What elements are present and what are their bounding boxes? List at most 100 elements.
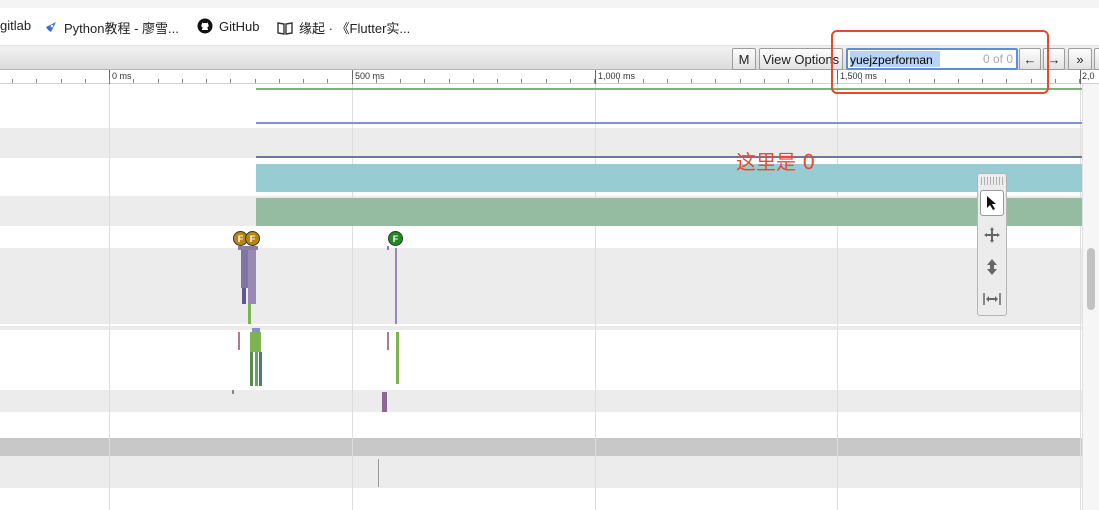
trace-slice[interactable] — [242, 288, 246, 304]
ruler-minor-tick — [85, 79, 86, 83]
bookmark-label: 缘起 · 《Flutter实... — [299, 21, 411, 36]
flow-event-marker[interactable]: F — [245, 231, 260, 246]
trace-slice[interactable] — [395, 248, 397, 324]
github-icon — [197, 18, 213, 34]
ruler-minor-tick — [546, 79, 547, 83]
trace-slice[interactable] — [259, 352, 262, 386]
ruler-label: 1,000 ms — [598, 71, 636, 81]
flow-event-marker[interactable]: F — [388, 231, 403, 246]
book-icon — [277, 20, 293, 36]
selection-tool-icon[interactable] — [980, 190, 1004, 216]
metadata-button[interactable]: M — [732, 48, 756, 70]
rocket-icon — [42, 20, 58, 36]
ruler-minor-tick — [643, 79, 644, 83]
ruler-major-tick — [595, 70, 596, 84]
trace-slice[interactable] — [387, 332, 389, 350]
track-row — [0, 390, 1082, 412]
ruler-minor-tick — [521, 79, 522, 83]
pan-tool-icon[interactable] — [980, 222, 1004, 248]
grid-line — [837, 84, 838, 510]
trace-slice[interactable] — [396, 332, 399, 384]
ruler-minor-tick — [255, 79, 256, 83]
track-separator — [0, 326, 1082, 330]
trace-slice[interactable] — [256, 198, 1082, 226]
counter-line[interactable] — [256, 156, 1082, 158]
track-row — [0, 226, 1082, 248]
track-row — [0, 248, 1082, 324]
vertical-scrollbar[interactable] — [1082, 84, 1099, 510]
trace-slice[interactable] — [238, 332, 240, 350]
bookmark-label: GitHub — [219, 18, 260, 34]
ruler-minor-tick — [352, 79, 353, 83]
grid-line — [1080, 84, 1081, 510]
trace-slice[interactable] — [238, 246, 258, 250]
drag-handle[interactable] — [981, 177, 1003, 185]
ruler-label: 500 ms — [355, 71, 385, 81]
trace-slice[interactable] — [387, 246, 389, 250]
mouse-mode-selector — [977, 173, 1007, 316]
ruler-minor-tick — [12, 79, 13, 83]
ruler-minor-tick — [182, 79, 183, 83]
ruler-minor-tick — [61, 79, 62, 83]
bookmark-label: Python教程 - 廖雪... — [64, 21, 179, 36]
trace-slice[interactable] — [248, 248, 256, 304]
trace-slice[interactable] — [378, 459, 379, 487]
trace-slice[interactable] — [252, 328, 260, 332]
ruler-minor-tick — [327, 79, 328, 83]
scrollbar-thumb[interactable] — [1087, 248, 1095, 310]
grid-line — [352, 84, 353, 510]
tab-strip-edge — [0, 0, 1099, 8]
ruler-minor-tick — [667, 79, 668, 83]
track-row — [0, 412, 1082, 438]
ruler-label: 0 ms — [112, 71, 132, 81]
ruler-minor-tick — [1055, 79, 1056, 83]
bookmark-github[interactable]: GitHub — [197, 18, 259, 34]
chrome-tracing-window: gitlab Python教程 - 廖雪... GitHub 缘起 · 《Flu… — [0, 0, 1099, 510]
ruler-minor-tick — [691, 79, 692, 83]
trace-slice[interactable] — [255, 352, 258, 386]
ruler-minor-tick — [36, 79, 37, 83]
zoom-tool-icon[interactable] — [980, 254, 1004, 280]
timing-tool-icon[interactable] — [980, 286, 1004, 312]
trace-slice[interactable] — [248, 304, 251, 324]
ruler-minor-tick — [788, 79, 789, 83]
annotation-text: 这里是 0 — [736, 150, 816, 174]
ruler-minor-tick — [812, 79, 813, 83]
bookmark-python[interactable]: Python教程 - 廖雪... — [42, 18, 179, 37]
ruler-minor-tick — [279, 79, 280, 83]
bookmark-label: gitlab — [0, 18, 32, 33]
ruler-minor-tick — [449, 79, 450, 83]
ruler-minor-tick — [109, 79, 110, 83]
extra-toolbar-button[interactable] — [1094, 48, 1099, 70]
trace-slice[interactable] — [256, 164, 1082, 192]
ruler-minor-tick — [1079, 79, 1080, 83]
ruler-minor-tick — [230, 79, 231, 83]
ruler-minor-tick — [764, 79, 765, 83]
track-row — [0, 488, 1082, 510]
track-row — [0, 332, 1082, 390]
grid-line — [109, 84, 110, 510]
ruler-minor-tick — [497, 79, 498, 83]
ruler-minor-tick — [473, 79, 474, 83]
bookmark-flutter[interactable]: 缘起 · 《Flutter实... — [277, 18, 410, 37]
bookmark-gitlab[interactable]: gitlab — [0, 18, 31, 33]
ruler-minor-tick — [570, 79, 571, 83]
ruler-minor-tick — [303, 79, 304, 83]
trace-slice[interactable] — [250, 332, 261, 352]
trace-slice[interactable] — [250, 352, 253, 386]
find-input[interactable] — [850, 52, 970, 67]
ruler-minor-tick — [400, 79, 401, 83]
expand-panel-button[interactable]: » — [1068, 48, 1092, 70]
ruler-minor-tick — [376, 79, 377, 83]
trace-slice[interactable] — [241, 248, 248, 288]
ruler-major-tick — [1080, 70, 1081, 84]
ruler-minor-tick — [618, 79, 619, 83]
ruler-minor-tick — [594, 79, 595, 83]
ruler-minor-tick — [715, 79, 716, 83]
trace-slice[interactable] — [382, 392, 387, 412]
ruler-label: 2,0 — [1082, 71, 1095, 81]
ruler-minor-tick — [133, 79, 134, 83]
trace-slice[interactable] — [232, 390, 234, 394]
track-row — [0, 128, 1082, 158]
counter-line[interactable] — [256, 122, 1082, 124]
